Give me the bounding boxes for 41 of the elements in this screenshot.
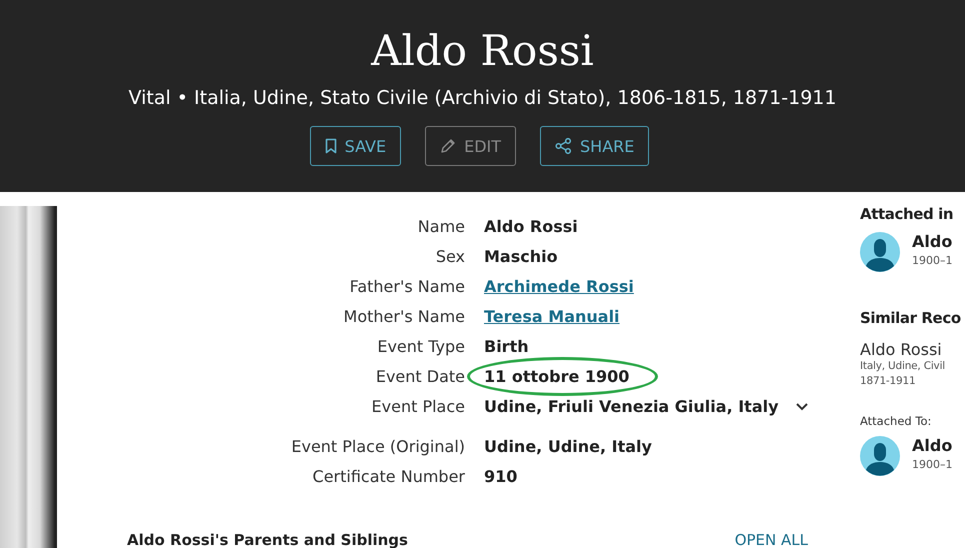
- field-value: Udine, Friuli Venezia Giulia, Italy: [484, 397, 779, 416]
- person-name[interactable]: Aldo: [912, 436, 952, 456]
- open-all-link[interactable]: OPEN ALL: [734, 533, 808, 548]
- section-title: Aldo Rossi's Parents and Siblings: [127, 533, 408, 548]
- field-value: Aldo Rossi: [484, 217, 578, 236]
- document-image[interactable]: [0, 206, 57, 548]
- person-dates: 1900–1: [912, 254, 952, 267]
- attached-heading: Attached in: [860, 204, 954, 224]
- field-value: Birth: [484, 337, 529, 356]
- record-collection: Italy, Udine, Civil: [860, 359, 946, 374]
- similar-record-name[interactable]: Aldo Rossi: [860, 340, 942, 359]
- person-name[interactable]: Aldo: [912, 232, 952, 252]
- field-label: Event Date: [374, 367, 465, 386]
- field-label: Father's Name: [348, 277, 465, 296]
- field-value: Udine, Udine, Italy: [484, 437, 652, 456]
- similar-records-heading: Similar Reco: [860, 308, 961, 328]
- field-label: Event Type: [376, 337, 465, 356]
- record-years: 1871-1911: [860, 374, 916, 389]
- share-icon: [555, 138, 572, 154]
- pencil-icon: [440, 138, 456, 154]
- field-link[interactable]: Teresa Manuali: [484, 307, 620, 326]
- avatar-icon: [860, 436, 900, 476]
- attached-to-label: Attached To:: [860, 414, 932, 428]
- field-link[interactable]: Archimede Rossi: [484, 277, 634, 296]
- save-button[interactable]: SAVE: [310, 126, 402, 166]
- field-value: 910: [484, 467, 518, 486]
- record-title: Aldo Rossi: [371, 25, 594, 77]
- field-label: Certificate Number: [312, 467, 465, 486]
- person-dates: 1900–1: [912, 458, 952, 471]
- field-value: 11 ottobre 1900: [467, 357, 658, 396]
- share-button[interactable]: SHARE: [540, 126, 650, 166]
- field-label: Mother's Name: [342, 307, 465, 326]
- field-label: Event Place (Original): [290, 437, 465, 456]
- field-label: Sex: [434, 247, 465, 266]
- field-label: Name: [416, 217, 465, 236]
- record-subtitle: Vital • Italia, Udine, Stato Civile (Archivio di Stato), 1806-1815, 1871-1911: [128, 86, 836, 111]
- chevron-icon[interactable]: [794, 402, 809, 411]
- field-label: Event Place: [370, 397, 465, 416]
- bookmark-icon: [324, 138, 337, 154]
- field-value: Maschio: [484, 247, 558, 266]
- avatar-icon: [860, 232, 900, 272]
